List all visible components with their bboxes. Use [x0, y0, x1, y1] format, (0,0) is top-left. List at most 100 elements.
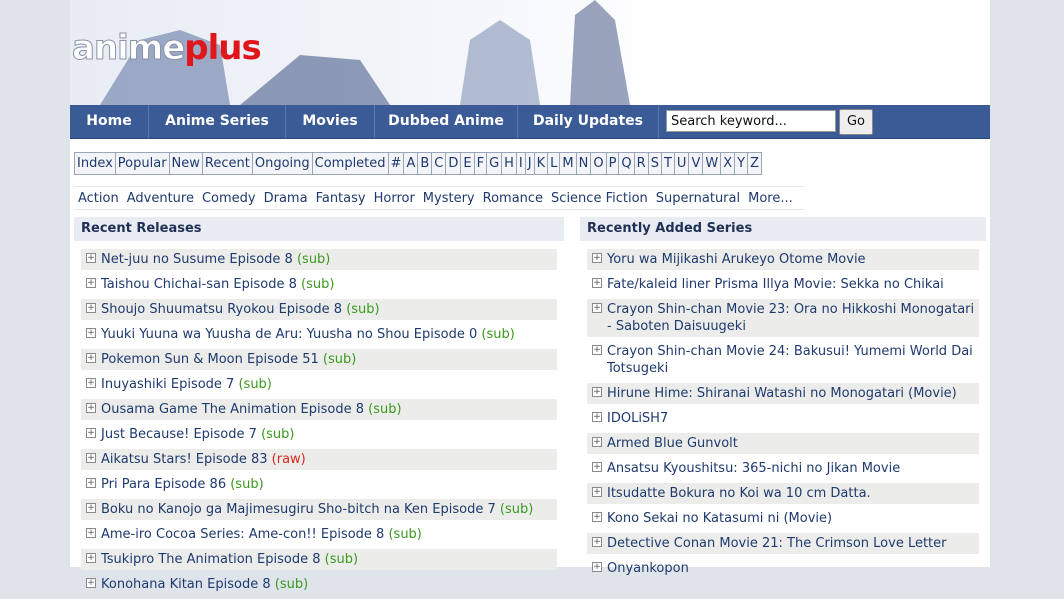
- release-link[interactable]: Pri Para Episode 86: [101, 477, 226, 492]
- expand-plus-icon[interactable]: +: [86, 553, 96, 563]
- series-link[interactable]: Kono Sekai no Katasumi ni (Movie): [607, 511, 832, 526]
- alpha-link-u[interactable]: U: [674, 153, 690, 174]
- nav-anime-series[interactable]: Anime Series: [149, 105, 286, 138]
- release-link[interactable]: Boku no Kanojo ga Majimesugiru Sho-bitch…: [101, 502, 496, 517]
- release-link[interactable]: Ousama Game The Animation Episode 8: [101, 402, 364, 417]
- alpha-link-k[interactable]: K: [534, 153, 549, 174]
- series-link[interactable]: Itsudatte Bokura no Koi wa 10 cm Datta.: [607, 486, 871, 501]
- alpha-link-new[interactable]: New: [169, 153, 203, 174]
- alpha-link-index[interactable]: Index: [75, 153, 116, 174]
- alpha-link-a[interactable]: A: [404, 153, 419, 174]
- release-link[interactable]: Tsukipro The Animation Episode 8: [101, 552, 321, 567]
- release-link[interactable]: Just Because! Episode 7: [101, 427, 257, 442]
- series-link[interactable]: Armed Blue Gunvolt: [607, 436, 738, 451]
- alpha-link-z[interactable]: Z: [748, 153, 761, 174]
- expand-plus-icon[interactable]: +: [86, 503, 96, 513]
- alpha-link-y[interactable]: Y: [735, 153, 749, 174]
- expand-plus-icon[interactable]: +: [86, 478, 96, 488]
- expand-plus-icon[interactable]: +: [592, 253, 602, 263]
- alpha-link-h[interactable]: H: [502, 153, 517, 174]
- series-link[interactable]: IDOLiSH7: [607, 411, 668, 426]
- alpha-link-q[interactable]: Q: [619, 153, 635, 174]
- expand-plus-icon[interactable]: +: [86, 303, 96, 313]
- alpha-link-w[interactable]: W: [703, 153, 722, 174]
- expand-plus-icon[interactable]: +: [592, 303, 602, 313]
- genre-link-adventure[interactable]: Adventure: [123, 191, 198, 206]
- alpha-link-popular[interactable]: Popular: [115, 153, 170, 174]
- expand-plus-icon[interactable]: +: [592, 387, 602, 397]
- series-link[interactable]: Onyankopon: [607, 561, 689, 576]
- alpha-link-d[interactable]: D: [446, 153, 462, 174]
- go-button[interactable]: Go: [839, 109, 873, 135]
- expand-plus-icon[interactable]: +: [592, 345, 602, 355]
- alpha-link-b[interactable]: B: [418, 153, 433, 174]
- alpha-link-m[interactable]: M: [560, 153, 577, 174]
- alpha-link-i[interactable]: I: [516, 153, 526, 174]
- genre-link-horror[interactable]: Horror: [370, 191, 419, 206]
- release-link[interactable]: Konohana Kitan Episode 8: [101, 577, 271, 592]
- release-link[interactable]: Inuyashiki Episode 7: [101, 377, 234, 392]
- alpha-link-l[interactable]: L: [548, 153, 561, 174]
- genre-link-supernatural[interactable]: Supernatural: [652, 191, 744, 206]
- nav-movies[interactable]: Movies: [286, 105, 375, 138]
- alpha-link-c[interactable]: C: [432, 153, 447, 174]
- genre-link-drama[interactable]: Drama: [260, 191, 312, 206]
- alpha-link-completed[interactable]: Completed: [312, 153, 389, 174]
- nav-dubbed-anime[interactable]: Dubbed Anime: [375, 105, 518, 138]
- expand-plus-icon[interactable]: +: [86, 428, 96, 438]
- genre-link-more-[interactable]: More...: [744, 191, 797, 206]
- expand-plus-icon[interactable]: +: [592, 462, 602, 472]
- alpha-link-x[interactable]: X: [721, 153, 736, 174]
- alpha-link-f[interactable]: F: [474, 153, 488, 174]
- release-link[interactable]: Ame-iro Cocoa Series: Ame-con!! Episode …: [101, 527, 384, 542]
- expand-plus-icon[interactable]: +: [592, 278, 602, 288]
- alpha-link-j[interactable]: J: [525, 153, 535, 174]
- release-link[interactable]: Net-juu no Susume Episode 8: [101, 252, 293, 267]
- search-input[interactable]: [666, 110, 836, 132]
- alpha-link-n[interactable]: N: [576, 153, 592, 174]
- nav-daily-updates[interactable]: Daily Updates: [518, 105, 659, 138]
- alpha-link-v[interactable]: V: [689, 153, 704, 174]
- alpha-link-recent[interactable]: Recent: [202, 153, 253, 174]
- alpha-link-t[interactable]: T: [661, 153, 675, 174]
- series-link[interactable]: Fate/kaleid liner Prisma Illya Movie: Se…: [607, 277, 944, 292]
- alpha-link-r[interactable]: R: [634, 153, 649, 174]
- genre-link-romance[interactable]: Romance: [479, 191, 547, 206]
- series-link[interactable]: Crayon Shin-chan Movie 23: Ora no Hikkos…: [607, 302, 974, 334]
- expand-plus-icon[interactable]: +: [86, 353, 96, 363]
- release-link[interactable]: Taishou Chichai-san Episode 8: [101, 277, 297, 292]
- expand-plus-icon[interactable]: +: [592, 512, 602, 522]
- series-link[interactable]: Hirune Hime: Shiranai Watashi no Monogat…: [607, 386, 957, 401]
- expand-plus-icon[interactable]: +: [592, 437, 602, 447]
- site-logo[interactable]: animeplus: [71, 28, 261, 69]
- expand-plus-icon[interactable]: +: [86, 453, 96, 463]
- series-link[interactable]: Detective Conan Movie 21: The Crimson Lo…: [607, 536, 947, 551]
- expand-plus-icon[interactable]: +: [86, 578, 96, 588]
- series-link[interactable]: Yoru wa Mijikashi Arukeyo Otome Movie: [607, 252, 866, 267]
- expand-plus-icon[interactable]: +: [86, 253, 96, 263]
- series-link[interactable]: Ansatsu Kyoushitsu: 365-nichi no Jikan M…: [607, 461, 900, 476]
- expand-plus-icon[interactable]: +: [86, 328, 96, 338]
- alpha-link-p[interactable]: P: [606, 153, 620, 174]
- alpha-link-e[interactable]: E: [461, 153, 475, 174]
- genre-link-action[interactable]: Action: [74, 191, 123, 206]
- genre-link-fantasy[interactable]: Fantasy: [312, 191, 370, 206]
- alpha-link-hash[interactable]: #: [388, 153, 405, 174]
- expand-plus-icon[interactable]: +: [592, 562, 602, 572]
- genre-link-mystery[interactable]: Mystery: [419, 191, 479, 206]
- expand-plus-icon[interactable]: +: [86, 378, 96, 388]
- expand-plus-icon[interactable]: +: [86, 403, 96, 413]
- expand-plus-icon[interactable]: +: [86, 278, 96, 288]
- release-link[interactable]: Yuuki Yuuna wa Yuusha de Aru: Yuusha no …: [101, 327, 477, 342]
- alpha-link-s[interactable]: S: [648, 153, 662, 174]
- nav-home[interactable]: Home: [70, 105, 149, 138]
- alpha-link-ongoing[interactable]: Ongoing: [252, 153, 313, 174]
- expand-plus-icon[interactable]: +: [592, 537, 602, 547]
- genre-link-comedy[interactable]: Comedy: [198, 191, 260, 206]
- alpha-link-g[interactable]: G: [487, 153, 503, 174]
- release-link[interactable]: Pokemon Sun & Moon Episode 51: [101, 352, 319, 367]
- release-link[interactable]: Shoujo Shuumatsu Ryokou Episode 8: [101, 302, 342, 317]
- series-link[interactable]: Crayon Shin-chan Movie 24: Bakusui! Yume…: [607, 344, 973, 376]
- expand-plus-icon[interactable]: +: [592, 412, 602, 422]
- genre-link-science-fiction[interactable]: Science Fiction: [547, 191, 652, 206]
